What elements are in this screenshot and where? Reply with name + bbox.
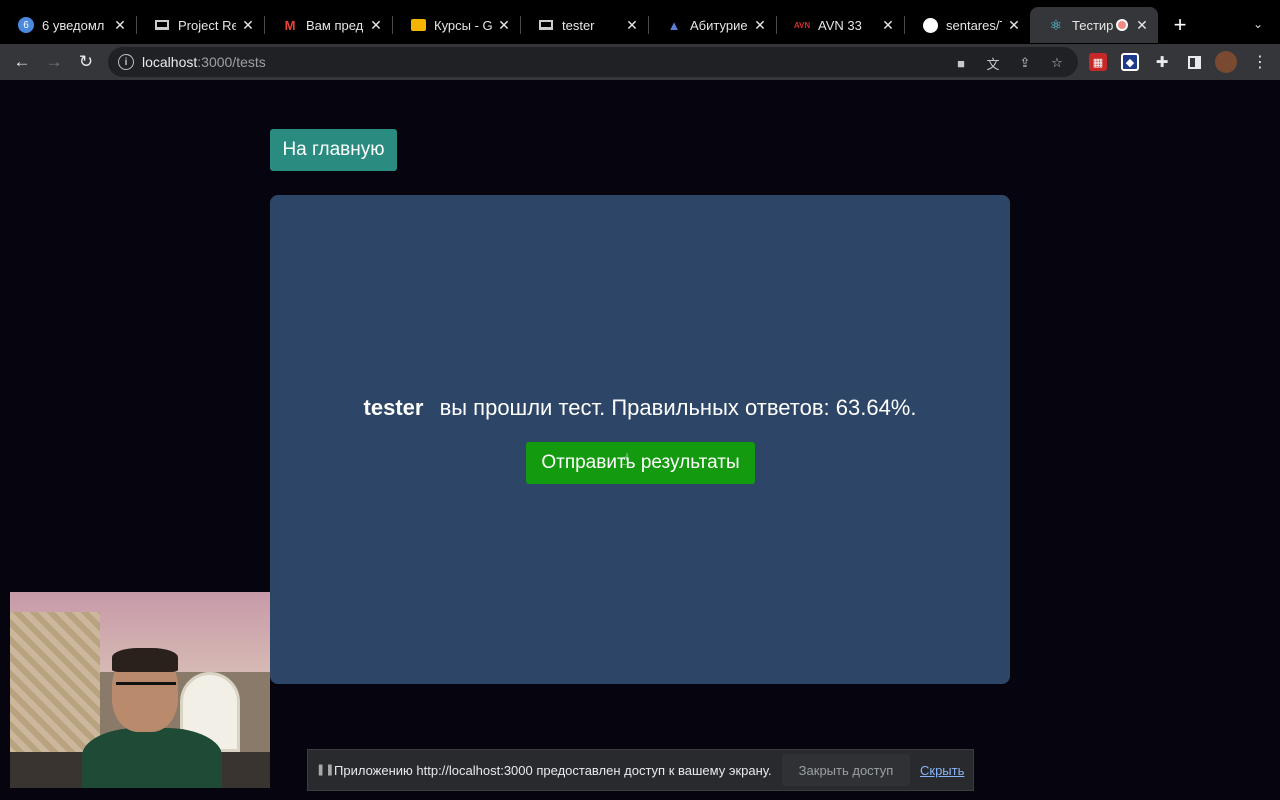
tab-classroom[interactable]: Курсы - Go ✕ — [392, 7, 520, 43]
extension-blue-icon[interactable]: ◆ — [1121, 53, 1139, 71]
bookmark-star-icon[interactable]: ☆ — [1048, 54, 1066, 72]
address-bar[interactable]: i localhost:3000/tests ■ 文 ⇪ ☆ — [108, 47, 1078, 77]
close-icon[interactable]: ✕ — [624, 17, 640, 33]
tab-github[interactable]: sentares/Te ✕ — [904, 7, 1030, 43]
recording-icon — [1114, 17, 1130, 33]
tab-tester[interactable]: tester ✕ — [520, 7, 648, 43]
tab-title: Вам предо — [306, 17, 364, 33]
tab-notifications[interactable]: 6 6 уведомл ✕ — [0, 7, 136, 43]
react-icon: ⚛ — [1049, 16, 1063, 33]
person-hair — [112, 648, 178, 672]
url-text[interactable]: localhost:3000/tests — [142, 54, 266, 70]
extensions-puzzle-icon[interactable]: ✚ — [1153, 53, 1171, 71]
tab-title: Project Rea — [178, 17, 236, 33]
url-path: :3000/tests — [197, 54, 266, 70]
forward-arrow-icon[interactable]: → — [42, 50, 66, 74]
github-icon — [922, 17, 938, 33]
close-icon[interactable]: ✕ — [1006, 17, 1022, 33]
back-arrow-icon[interactable]: ← — [10, 50, 34, 74]
webcam-overlay — [10, 592, 270, 788]
hide-link[interactable]: Скрыть — [920, 763, 964, 778]
extension-red-icon[interactable]: ▦ — [1089, 53, 1107, 71]
tab-avn[interactable]: AVN AVN 33 ✕ — [776, 7, 904, 43]
tab-project[interactable]: Project Rea ✕ — [136, 7, 264, 43]
result-message: tester вы прошли тест. Правильных ответо… — [270, 395, 1010, 421]
profile-avatar[interactable] — [1215, 51, 1237, 73]
close-icon[interactable]: ✕ — [752, 17, 768, 33]
close-icon[interactable]: ✕ — [880, 17, 896, 33]
person-glasses — [116, 682, 176, 696]
send-results-button[interactable]: Отправить результаты — [526, 442, 755, 484]
tab-abiturient[interactable]: ▲ Абитуриен ✕ — [648, 7, 776, 43]
stop-sharing-button[interactable]: Закрыть доступ — [782, 754, 910, 786]
browser-toolbar: ← → ↻ i localhost:3000/tests ■ 文 ⇪ ☆ ▦ ◆… — [0, 44, 1280, 80]
notification-count-icon: 6 — [18, 17, 34, 33]
site-info-icon[interactable]: i — [118, 54, 134, 70]
share-message: Приложению http://localhost:3000 предост… — [334, 763, 772, 778]
university-icon: ▲ — [667, 17, 681, 33]
classroom-icon — [410, 17, 426, 33]
tab-testing-active[interactable]: ⚛ Тестир ✕ — [1030, 7, 1158, 43]
gmail-icon: M — [284, 17, 296, 33]
drag-handle-icon[interactable]: ❚❚ — [316, 763, 334, 777]
avn-icon: AVN — [793, 20, 811, 30]
new-tab-button[interactable]: + — [1168, 12, 1192, 37]
page-icon — [538, 17, 554, 33]
page-icon — [154, 17, 170, 33]
side-panel-icon[interactable] — [1185, 53, 1203, 71]
browser-menu-icon[interactable]: ⋮ — [1248, 50, 1272, 74]
tab-title: Абитуриен — [690, 17, 748, 33]
close-icon[interactable]: ✕ — [368, 17, 384, 33]
tab-gmail[interactable]: M Вам предо ✕ — [264, 7, 392, 43]
url-host: localhost — [142, 54, 198, 70]
tab-title: sentares/Te — [946, 17, 1002, 33]
person-body — [82, 728, 222, 788]
tab-title: Тестир — [1072, 17, 1114, 33]
close-icon[interactable]: ✕ — [240, 17, 256, 33]
webcam-person — [82, 648, 222, 788]
result-text: вы прошли тест. Правильных ответов: 63.6… — [439, 395, 917, 420]
tab-search-chevron-icon[interactable]: ⌄ — [1248, 14, 1268, 34]
close-icon[interactable]: ✕ — [496, 17, 512, 33]
tab-title: 6 уведомл — [42, 17, 105, 33]
close-icon[interactable]: ✕ — [1134, 17, 1150, 33]
screen-share-bar: ❚❚ Приложению http://localhost:3000 пред… — [307, 749, 974, 791]
close-icon[interactable]: ✕ — [112, 17, 128, 33]
tab-strip: 6 6 уведомл ✕ Project Rea ✕ M Вам предо … — [0, 0, 1280, 44]
result-card: tester вы прошли тест. Правильных ответо… — [270, 195, 1010, 684]
translate-icon[interactable]: 文 — [984, 54, 1002, 72]
hand-cursor-icon: ☝ — [620, 452, 630, 469]
username: tester — [363, 395, 424, 420]
tab-title: tester — [562, 17, 595, 33]
tab-title: AVN 33 — [818, 17, 862, 33]
share-icon[interactable]: ⇪ — [1016, 54, 1034, 72]
reload-icon[interactable]: ↻ — [74, 50, 98, 74]
home-button[interactable]: На главную — [270, 129, 397, 171]
tab-title: Курсы - Go — [434, 17, 492, 33]
camera-icon[interactable]: ■ — [952, 54, 970, 72]
